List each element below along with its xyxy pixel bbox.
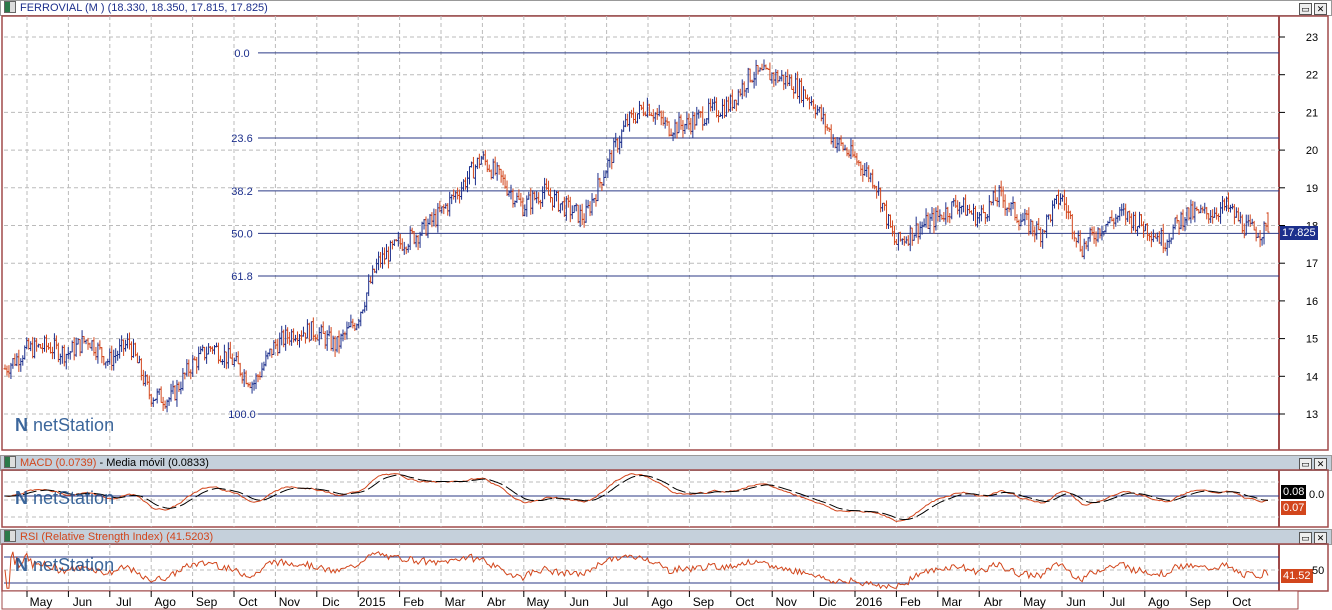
x-tick-label: 2015	[359, 595, 386, 609]
plot-frame	[1, 469, 1329, 528]
x-tick-label: Jul	[1110, 595, 1125, 609]
x-tick-label: Oct	[735, 595, 754, 609]
rsi-value-tag: 41.52	[1281, 569, 1313, 583]
macd-panel: MACD (0.0739) - Media móvil (0.0833) ▭ ✕ …	[0, 455, 1332, 528]
x-tick-label: Jun	[570, 595, 589, 609]
x-tick-label: Sep	[196, 595, 218, 609]
rsi-panel: RSI (Relative Strength Index) (41.5203) …	[0, 529, 1332, 610]
y-tick-label: 22	[1306, 70, 1318, 82]
x-tick-label: Jul	[613, 595, 628, 609]
fibonacci-label: 0.0	[234, 48, 249, 60]
x-tick-label: Dic	[322, 595, 339, 609]
macd-line	[4, 473, 1269, 523]
y-tick-label: 20	[1306, 145, 1318, 157]
fibonacci-label: 23.6	[231, 133, 252, 145]
y-tick-label: 19	[1306, 183, 1318, 195]
x-tick-label: Ago	[1148, 595, 1170, 609]
last-price-tag: 17.825	[1280, 226, 1318, 240]
signal-value-tag: 0.07	[1281, 501, 1307, 515]
x-tick-label: May	[526, 595, 549, 609]
y-tick-label: 23	[1306, 32, 1318, 44]
fibonacci-label: 50.0	[231, 228, 252, 240]
y-tick-label: 14	[1306, 371, 1318, 383]
y-tick-label: 21	[1306, 107, 1318, 119]
x-tick-label: Abr	[487, 595, 506, 609]
y-tick-label: 15	[1306, 334, 1318, 346]
x-tick-label: May	[30, 595, 53, 609]
x-tick-label: Jun	[1066, 595, 1085, 609]
x-tick-label: Dic	[819, 595, 836, 609]
x-tick-label: Ago	[651, 595, 673, 609]
x-tick-label: Sep	[693, 595, 715, 609]
x-tick-label: Feb	[403, 595, 424, 609]
x-tick-label: Abr	[984, 595, 1003, 609]
netstation-logo: N netStation	[15, 415, 115, 435]
x-tick-label: Oct	[1232, 595, 1251, 609]
fibonacci-label: 61.8	[231, 271, 252, 283]
netstation-logo: N netStation	[15, 555, 115, 575]
rsi-mid-label: 50	[1312, 565, 1325, 577]
x-tick-label: 2016	[856, 595, 883, 609]
fibonacci-label: 38.2	[231, 186, 252, 198]
y-tick-label: 17	[1306, 258, 1318, 270]
x-tick-label: Mar	[941, 595, 962, 609]
x-tick-label: Oct	[239, 595, 258, 609]
x-tick-label: Jul	[116, 595, 131, 609]
x-tick-label: Nov	[279, 595, 300, 609]
price-chart: 23222120191817161514130.023.638.250.061.…	[1, 15, 1329, 451]
x-tick-label: Nov	[776, 595, 797, 609]
x-tick-label: May	[1023, 595, 1046, 609]
y-tick-label: 13	[1306, 409, 1318, 421]
x-tick-label: Sep	[1190, 595, 1212, 609]
x-tick-label: Mar	[445, 595, 466, 609]
rsi-chart: May Jun Jul Ago Sep Oct Nov Dic 2015 Feb Mar Abr May…	[1, 543, 1329, 610]
fibonacci-label: 100.0	[228, 409, 256, 421]
netstation-logo: N netStation	[15, 488, 115, 508]
macd-value-tag: 0.08	[1281, 485, 1307, 499]
macd-zero-label: 0.0	[1309, 489, 1325, 501]
price-panel: FERROVIAL (M ) (18.330, 18.350, 17.815, …	[0, 0, 1332, 452]
x-tick-label: Jun	[73, 595, 92, 609]
x-tick-label: Ago	[155, 595, 177, 609]
y-tick-label: 16	[1306, 296, 1318, 308]
x-tick-label: Feb	[900, 595, 921, 609]
macd-chart	[1, 469, 1329, 528]
